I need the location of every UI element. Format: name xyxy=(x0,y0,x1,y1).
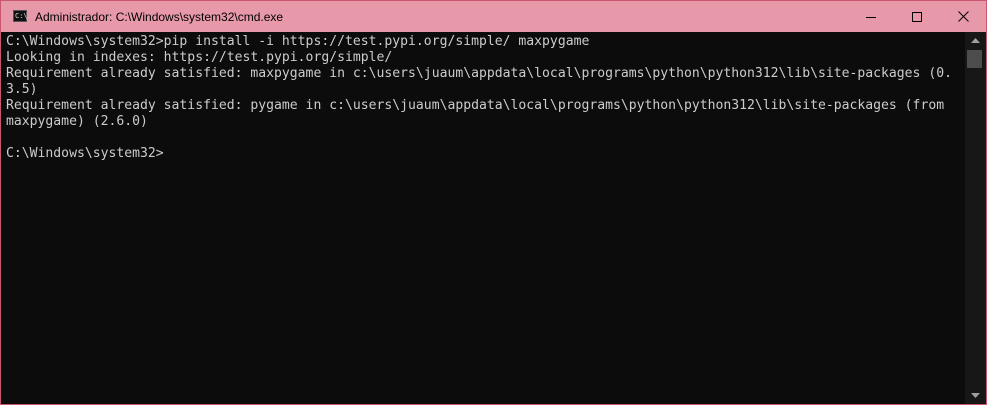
console-line: Requirement already satisfied: pygame in… xyxy=(6,98,945,113)
scroll-thumb[interactable] xyxy=(967,50,982,68)
vertical-scrollbar[interactable] xyxy=(965,32,986,404)
console-line: 3.5) xyxy=(6,82,38,97)
close-button[interactable] xyxy=(940,1,986,32)
minimize-icon xyxy=(866,16,876,18)
scroll-down-arrow-icon xyxy=(971,393,980,398)
scroll-up-button[interactable] xyxy=(965,32,986,49)
minimize-button[interactable] xyxy=(848,1,894,32)
console-text: C:\Windows\system32>pip install -i https… xyxy=(1,32,965,162)
console-prompt-line: C:\Windows\system32> xyxy=(6,146,164,161)
scroll-down-button[interactable] xyxy=(965,387,986,404)
console-line: Requirement already satisfied: maxpygame… xyxy=(6,66,952,81)
window-title: Administrador: C:\Windows\system32\cmd.e… xyxy=(35,10,284,24)
scroll-up-arrow-icon xyxy=(971,38,980,43)
console-output-area[interactable]: C:\Windows\system32>pip install -i https… xyxy=(1,32,965,404)
console-line: Looking in indexes: https://test.pypi.or… xyxy=(6,50,393,65)
cmd-window: C:\ Administrador: C:\Windows\system32\c… xyxy=(0,0,987,405)
console-line: maxpygame) (2.6.0) xyxy=(6,114,148,129)
maximize-button[interactable] xyxy=(894,1,940,32)
title-bar[interactable]: C:\ Administrador: C:\Windows\system32\c… xyxy=(1,1,986,32)
cmd-icon[interactable]: C:\ xyxy=(13,10,28,22)
console-line: C:\Windows\system32>pip install -i https… xyxy=(6,34,590,49)
cmd-icon-glyph: C:\ xyxy=(15,12,28,20)
maximize-icon xyxy=(912,11,922,22)
close-icon xyxy=(957,11,969,22)
